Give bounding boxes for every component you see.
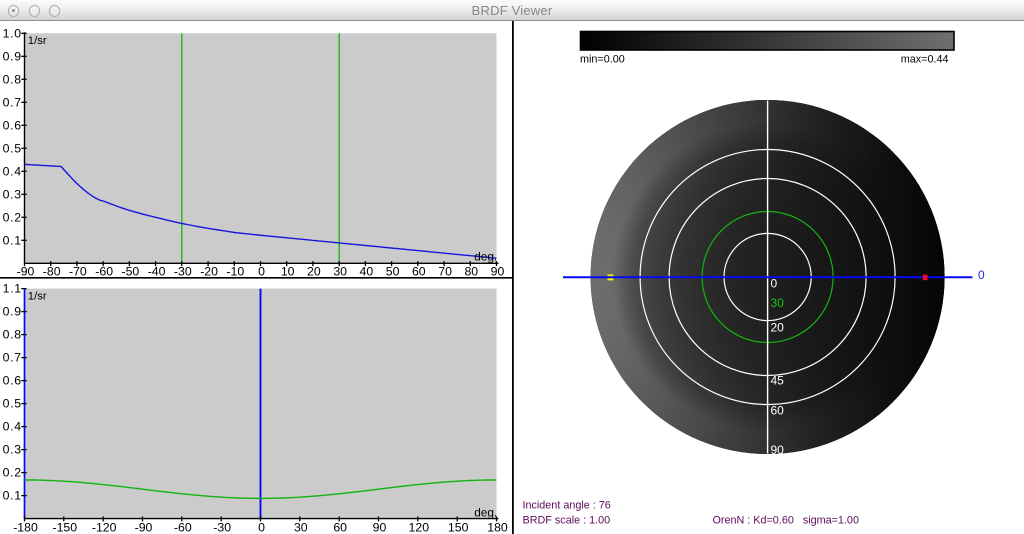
svg-text:20: 20 (771, 321, 785, 335)
svg-text:30: 30 (333, 264, 347, 278)
svg-text:0.6: 0.6 (3, 119, 22, 133)
svg-text:40: 40 (360, 264, 374, 278)
svg-text:0.2: 0.2 (3, 211, 22, 225)
svg-text:90: 90 (771, 443, 785, 457)
svg-text:0.3: 0.3 (3, 443, 22, 457)
svg-text:1/sr: 1/sr (28, 35, 47, 47)
svg-text:1.0: 1.0 (3, 27, 22, 41)
svg-text:OrenN : Kd=0.60 sigma=1.00: OrenN : Kd=0.60 sigma=1.00 (713, 515, 859, 527)
svg-text:0.7: 0.7 (3, 96, 22, 110)
svg-text:0.8: 0.8 (3, 73, 22, 87)
svg-text:20: 20 (307, 264, 321, 278)
svg-text:1/sr: 1/sr (28, 291, 47, 303)
svg-text:0: 0 (258, 264, 265, 278)
svg-text:90: 90 (373, 520, 387, 534)
svg-text:0.6: 0.6 (3, 374, 22, 388)
svg-text:0.9: 0.9 (3, 50, 22, 64)
svg-text:180: 180 (487, 520, 508, 534)
svg-text:80: 80 (464, 264, 478, 278)
svg-text:-50: -50 (122, 264, 140, 278)
svg-text:0.8: 0.8 (3, 328, 22, 342)
svg-text:min=0.00: min=0.00 (580, 53, 625, 65)
svg-text:60: 60 (771, 404, 785, 418)
svg-text:Incident angle : 76: Incident angle : 76 (523, 500, 611, 512)
svg-text:0: 0 (771, 277, 778, 291)
svg-text:-30: -30 (213, 520, 231, 534)
svg-text:-60: -60 (174, 520, 192, 534)
svg-text:-90: -90 (135, 520, 153, 534)
svg-text:0.1: 0.1 (3, 234, 22, 248)
svg-text:0.1: 0.1 (3, 489, 22, 503)
svg-text:30: 30 (771, 296, 785, 310)
svg-text:0.7: 0.7 (3, 351, 22, 365)
svg-text:-80: -80 (43, 264, 61, 278)
svg-text:-60: -60 (95, 264, 113, 278)
svg-text:0.2: 0.2 (3, 466, 22, 480)
svg-text:-120: -120 (92, 520, 117, 534)
svg-text:60: 60 (333, 520, 347, 534)
svg-text:0.5: 0.5 (3, 397, 22, 411)
svg-text:max=0.44: max=0.44 (901, 53, 949, 65)
svg-text:-40: -40 (148, 264, 166, 278)
svg-text:50: 50 (386, 264, 400, 278)
svg-text:120: 120 (409, 520, 430, 534)
svg-text:-90: -90 (17, 264, 35, 278)
svg-text:-70: -70 (69, 264, 87, 278)
svg-text:45: 45 (771, 374, 785, 388)
svg-text:0.9: 0.9 (3, 305, 22, 319)
svg-text:0.3: 0.3 (3, 188, 22, 202)
svg-text:BRDF scale : 1.00: BRDF scale : 1.00 (523, 515, 611, 527)
svg-text:-150: -150 (52, 520, 77, 534)
svg-text:0.5: 0.5 (3, 142, 22, 156)
svg-text:10: 10 (281, 264, 295, 278)
svg-text:-10: -10 (226, 264, 244, 278)
svg-text:-20: -20 (200, 264, 218, 278)
svg-text:0: 0 (258, 520, 265, 534)
svg-text:30: 30 (294, 520, 308, 534)
svg-text:-30: -30 (174, 264, 192, 278)
svg-text:90: 90 (491, 264, 505, 278)
svg-text:0.4: 0.4 (3, 165, 22, 179)
svg-text:60: 60 (412, 264, 426, 278)
svg-text:0.4: 0.4 (3, 420, 22, 434)
svg-text:-180: -180 (13, 520, 38, 534)
svg-text:deg.: deg. (474, 249, 497, 263)
svg-text:1.1: 1.1 (3, 282, 22, 296)
svg-text:deg.: deg. (474, 506, 497, 520)
svg-text:70: 70 (438, 264, 452, 278)
svg-text:0: 0 (978, 268, 985, 282)
svg-text:150: 150 (448, 520, 469, 534)
